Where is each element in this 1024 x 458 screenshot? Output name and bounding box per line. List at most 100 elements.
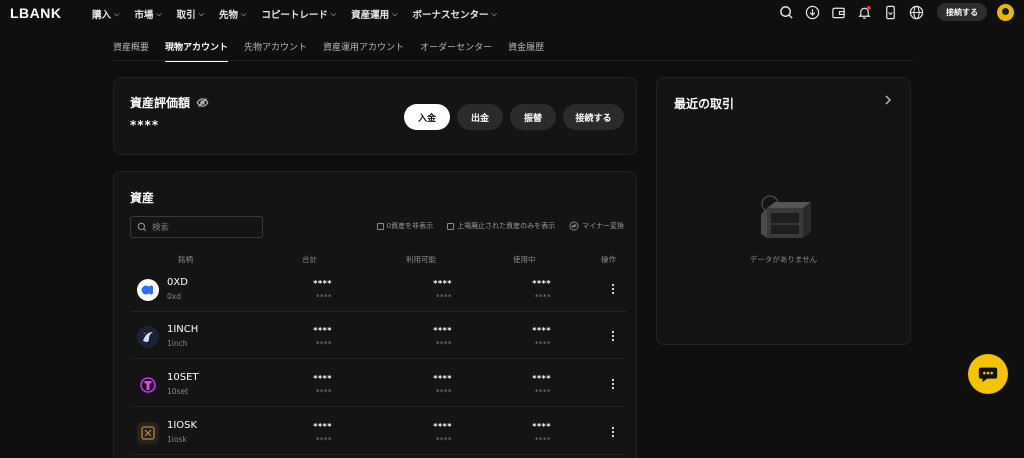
- menu-item-buy[interactable]: 購入 ⌵: [92, 7, 120, 22]
- hide-zero-checkbox[interactable]: 0資産を非表示: [376, 221, 434, 231]
- menu-label: 資産運用: [351, 10, 390, 21]
- total-value: ****: [313, 326, 332, 335]
- balance-actions: 入金 出金 振替 接続する: [397, 104, 624, 130]
- available-sub-value: ****: [436, 293, 452, 301]
- total-sub-value: ****: [316, 388, 332, 396]
- more-icon[interactable]: [608, 329, 618, 343]
- empty-state-text: データがありません: [749, 255, 818, 264]
- connect-wallet-button[interactable]: 接続する: [563, 104, 624, 130]
- logo[interactable]: LBANK: [10, 5, 62, 21]
- withdraw-button[interactable]: 出金: [457, 104, 503, 130]
- assets-panel: 資産 検索 0資産を非表示 上場廃止された資産のみを表示 マイナー変換 銘柄 合…: [113, 171, 637, 458]
- chevron-right-icon[interactable]: [882, 93, 894, 107]
- menu-item-bonus-center[interactable]: ボーナスセンター ⌵: [412, 7, 496, 22]
- available-value: ****: [433, 422, 452, 431]
- globe-icon[interactable]: [907, 3, 925, 21]
- available-sub-value: ****: [436, 436, 452, 444]
- column-total[interactable]: 合計: [302, 254, 317, 265]
- tab-asset-overview[interactable]: 資産概要: [113, 40, 149, 53]
- tab-spot-account[interactable]: 現物アカウント: [165, 40, 229, 62]
- coin-0xd-icon: [137, 279, 159, 301]
- column-action: 操作: [601, 255, 616, 264]
- available-value: ****: [433, 374, 452, 383]
- tab-fund-history[interactable]: 資金履歴: [508, 40, 544, 53]
- menu-item-market[interactable]: 市場 ⌵: [134, 7, 162, 22]
- total-sub-value: ****: [316, 340, 332, 348]
- coin-1iosk-icon: [137, 422, 159, 444]
- column-in-use[interactable]: 使用中: [513, 254, 536, 265]
- column-name[interactable]: 銘柄: [178, 254, 193, 265]
- chevron-down-icon: ⌵: [392, 9, 398, 18]
- column-available[interactable]: 利用可能: [406, 254, 436, 265]
- connect-button[interactable]: 接続する: [937, 3, 987, 21]
- tab-order-center[interactable]: オーダーセンター: [420, 40, 492, 53]
- coin-name: 1iosk: [167, 435, 187, 444]
- menu-label: 先物: [218, 10, 238, 21]
- available-sub-value: ****: [436, 388, 452, 396]
- coin-symbol: 0XD: [167, 277, 188, 288]
- total-value: ****: [313, 422, 332, 431]
- balance-panel: 資産評価額 **** 入金 出金 振替 接続する: [113, 77, 637, 155]
- avatar[interactable]: [997, 3, 1014, 21]
- more-icon[interactable]: [608, 282, 618, 296]
- top-nav: LBANK 購入 ⌵ 市場 ⌵ 取引 ⌵ 先物 ⌵ コピートレード ⌵ 資産運用 ⌵ ボーナ…: [0, 0, 1024, 26]
- chevron-down-icon: ⌵: [241, 9, 247, 18]
- search-icon: [137, 222, 147, 232]
- tab-earn-account[interactable]: 資産運用アカウント: [323, 40, 404, 53]
- menu-label: 購入: [92, 10, 112, 21]
- convert-button[interactable]: マイナー変換: [569, 221, 624, 231]
- filter-label: 上場廃止された資産のみを表示: [457, 222, 556, 230]
- wallet-icon[interactable]: [829, 3, 847, 21]
- search-icon[interactable]: [777, 3, 795, 21]
- table-row[interactable]: 1INCH 1inch **** **** **** **** **** ***…: [130, 313, 626, 359]
- menu-label: 取引: [176, 10, 196, 21]
- table-row[interactable]: 0XD 0xd **** **** **** **** **** ****: [130, 266, 626, 312]
- delisted-only-checkbox[interactable]: 上場廃止された資産のみを表示: [447, 221, 555, 231]
- in-use-sub-value: ****: [535, 340, 551, 348]
- recent-trades-panel: 最近の取引 データがありません: [656, 77, 911, 345]
- chevron-down-icon: ⌵: [156, 9, 162, 18]
- coin-name: 1inch: [167, 339, 188, 348]
- deposit-button[interactable]: 入金: [404, 104, 450, 130]
- mobile-icon[interactable]: [881, 3, 899, 21]
- total-value: ****: [313, 279, 332, 288]
- coin-name: 0xd: [167, 292, 181, 301]
- chevron-down-icon: ⌵: [114, 9, 120, 18]
- available-value: ****: [433, 279, 452, 288]
- in-use-value: ****: [532, 374, 551, 383]
- search-input[interactable]: 検索: [130, 216, 263, 238]
- total-sub-value: ****: [316, 436, 332, 444]
- balance-title: 資産評価額: [130, 96, 191, 110]
- more-icon[interactable]: [608, 425, 618, 439]
- balance-title-row: 資産評価額: [130, 94, 209, 111]
- in-use-value: ****: [532, 422, 551, 431]
- table-row[interactable]: 10SET 10set **** **** **** **** **** ***…: [130, 361, 626, 407]
- menu-item-trade[interactable]: 取引 ⌵: [176, 7, 204, 22]
- filter-label: マイナー変換: [582, 222, 624, 230]
- convert-icon: [569, 221, 579, 231]
- chevron-down-icon: ⌵: [330, 9, 337, 18]
- table-header: 銘柄 合計 利用可能 使用中 操作: [130, 254, 626, 266]
- coin-10set-icon: [137, 374, 159, 396]
- more-icon[interactable]: [608, 377, 618, 391]
- coin-symbol: 1IOSK: [167, 420, 198, 431]
- checkbox[interactable]: [447, 222, 455, 230]
- checkbox[interactable]: [376, 222, 384, 230]
- menu-label: ボーナスセンター: [412, 10, 489, 21]
- download-icon[interactable]: [803, 3, 821, 21]
- total-sub-value: ****: [316, 293, 332, 301]
- bell-icon[interactable]: [855, 3, 873, 21]
- menu-item-futures[interactable]: 先物 ⌵: [218, 7, 247, 22]
- tab-futures-account[interactable]: 先物アカウント: [244, 40, 307, 53]
- coin-symbol: 1INCH: [167, 324, 199, 335]
- menu-item-earn[interactable]: 資産運用 ⌵: [351, 7, 398, 22]
- filter-label: 0資産を非表示: [386, 222, 434, 230]
- chat-button[interactable]: [968, 354, 1008, 394]
- chevron-down-icon: ⌵: [198, 9, 204, 18]
- transfer-button[interactable]: 振替: [510, 104, 556, 130]
- assets-title: 資産: [130, 191, 155, 205]
- eye-off-icon[interactable]: [196, 96, 209, 109]
- table-row[interactable]: 1IOSK 1iosk **** **** **** **** **** ***…: [130, 409, 626, 455]
- menu-item-copy-trade[interactable]: コピートレード ⌵: [261, 7, 337, 22]
- in-use-value: ****: [532, 326, 551, 335]
